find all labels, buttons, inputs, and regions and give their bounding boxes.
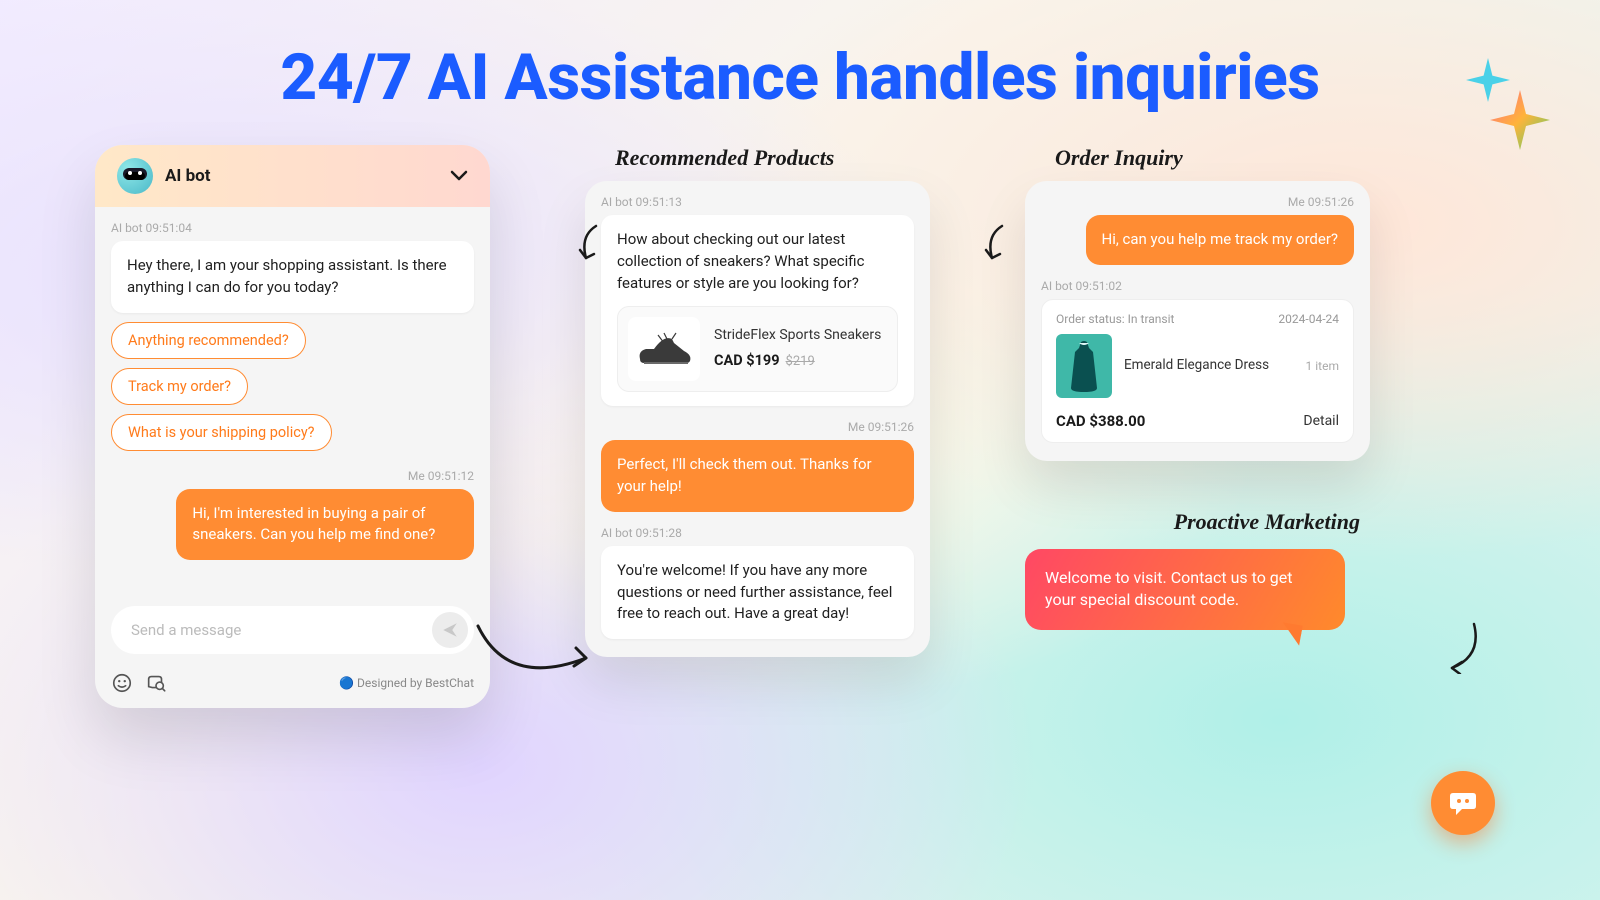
bot-message: Hey there, I am your shopping assistant.… bbox=[111, 241, 474, 313]
product-price: CAD $199$219 bbox=[714, 350, 887, 372]
user-message: Hi, I'm interested in buying a pair of s… bbox=[176, 489, 474, 561]
product-image bbox=[628, 317, 700, 381]
message-timestamp: AI bot 09:51:02 bbox=[1041, 279, 1354, 293]
order-status: Order status: In transit bbox=[1056, 312, 1174, 326]
quick-reply-button[interactable]: Track my order? bbox=[111, 368, 248, 405]
callout-recommended: Recommended Products bbox=[585, 145, 930, 171]
product-card[interactable]: StrideFlex Sports Sneakers CAD $199$219 bbox=[617, 306, 898, 392]
arrow-icon bbox=[982, 222, 1008, 262]
order-quantity: 1 item bbox=[1306, 359, 1339, 373]
send-button[interactable] bbox=[432, 612, 468, 648]
message-timestamp: Me 09:51:26 bbox=[1041, 195, 1354, 209]
credit-label: 🔵 Designed by BestChat bbox=[339, 676, 474, 690]
quick-replies: Anything recommended? Track my order? Wh… bbox=[111, 313, 474, 451]
message-timestamp: Me 09:51:12 bbox=[111, 469, 474, 483]
quick-reply-button[interactable]: What is your shipping policy? bbox=[111, 414, 332, 451]
product-name: StrideFlex Sports Sneakers bbox=[714, 326, 887, 344]
user-message: Perfect, I'll check them out. Thanks for… bbox=[601, 440, 914, 512]
detail-link[interactable]: Detail bbox=[1303, 413, 1339, 429]
marketing-bubble: Welcome to visit. Contact us to get your… bbox=[1025, 549, 1345, 630]
composer-placeholder: Send a message bbox=[131, 621, 432, 639]
user-message: Hi, can you help me track my order? bbox=[1086, 215, 1355, 265]
bot-avatar-icon bbox=[117, 158, 153, 194]
callout-marketing: Proactive Marketing bbox=[1025, 509, 1370, 535]
message-timestamp: AI bot 09:51:28 bbox=[601, 526, 914, 540]
product-image bbox=[1056, 334, 1112, 398]
chevron-down-icon[interactable] bbox=[450, 166, 468, 187]
search-in-chat-icon[interactable] bbox=[145, 672, 167, 694]
chat-launcher-button[interactable] bbox=[1431, 771, 1495, 835]
recommended-card: AI bot 09:51:13 How about checking out o… bbox=[585, 181, 930, 657]
order-date: 2024-04-24 bbox=[1278, 312, 1339, 326]
order-total: CAD $388.00 bbox=[1056, 412, 1145, 430]
message-composer[interactable]: Send a message bbox=[111, 606, 474, 654]
callout-order-inquiry: Order Inquiry bbox=[1025, 145, 1370, 171]
emoji-icon[interactable] bbox=[111, 672, 133, 694]
sparkle-icon bbox=[1490, 90, 1550, 150]
bot-message: How about checking out our latest collec… bbox=[601, 215, 914, 406]
page-headline: 24/7 AI Assistance handles inquiries bbox=[0, 0, 1600, 115]
quick-reply-button[interactable]: Anything recommended? bbox=[111, 322, 306, 359]
message-timestamp: Me 09:51:26 bbox=[601, 420, 914, 434]
arrow-icon bbox=[576, 222, 602, 262]
order-card: Order status: In transit 2024-04-24 Emer… bbox=[1041, 299, 1354, 443]
order-inquiry-card: Me 09:51:26 Hi, can you help me track my… bbox=[1025, 181, 1370, 461]
message-timestamp: AI bot 09:51:04 bbox=[111, 221, 474, 235]
arrow-icon bbox=[1442, 620, 1482, 674]
chat-widget: AI bot AI bot 09:51:04 Hey there, I am y… bbox=[95, 145, 490, 708]
chat-header[interactable]: AI bot bbox=[95, 145, 490, 207]
message-timestamp: AI bot 09:51:13 bbox=[601, 195, 914, 209]
order-product-name: Emerald Elegance Dress bbox=[1124, 357, 1294, 375]
chat-title: AI bot bbox=[165, 166, 438, 186]
bot-message: You're welcome! If you have any more que… bbox=[601, 546, 914, 639]
arrow-icon bbox=[468, 618, 598, 698]
